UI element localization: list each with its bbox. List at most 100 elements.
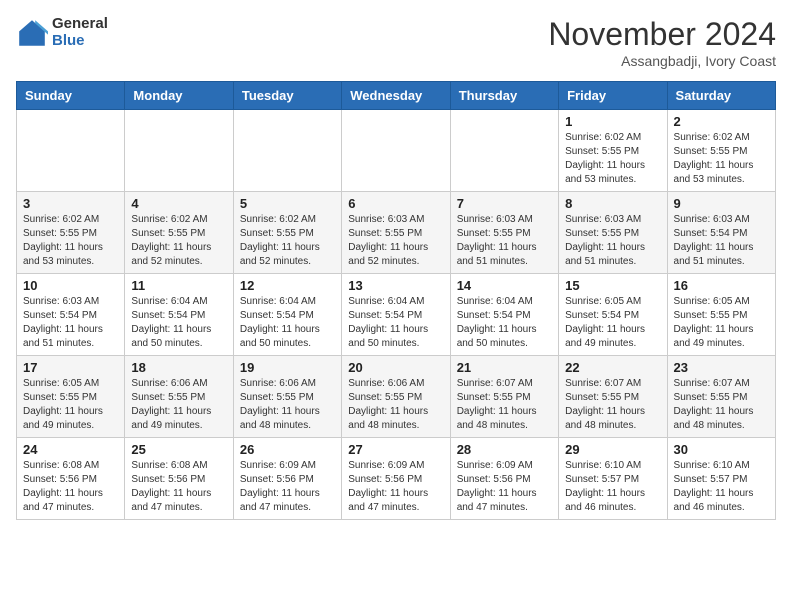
calendar-cell (342, 110, 450, 192)
day-number: 18 (131, 360, 226, 375)
day-info: Sunrise: 6:02 AM Sunset: 5:55 PM Dayligh… (674, 131, 769, 187)
day-number: 8 (565, 196, 660, 211)
calendar-cell: 4 Sunrise: 6:02 AM Sunset: 5:55 PM Daylig… (125, 192, 233, 274)
weekday-header-tuesday: Tuesday (233, 82, 341, 110)
day-info: Sunrise: 6:04 AM Sunset: 5:54 PM Dayligh… (240, 295, 335, 351)
day-info: Sunrise: 6:03 AM Sunset: 5:54 PM Dayligh… (674, 213, 769, 269)
logo: General Blue (16, 16, 108, 49)
weekday-header-thursday: Thursday (450, 82, 558, 110)
day-number: 4 (131, 196, 226, 211)
weekday-header-wednesday: Wednesday (342, 82, 450, 110)
day-number: 5 (240, 196, 335, 211)
calendar-cell: 26 Sunrise: 6:09 AM Sunset: 5:56 PM Dayli… (233, 438, 341, 520)
day-info: Sunrise: 6:03 AM Sunset: 5:55 PM Dayligh… (565, 213, 660, 269)
calendar-cell: 11 Sunrise: 6:04 AM Sunset: 5:54 PM Dayli… (125, 274, 233, 356)
logo-text: General Blue (52, 16, 108, 49)
calendar-cell: 5 Sunrise: 6:02 AM Sunset: 5:55 PM Daylig… (233, 192, 341, 274)
weekday-header-friday: Friday (559, 82, 667, 110)
day-number: 12 (240, 278, 335, 293)
calendar-week-1: 1Sunrise: 6:02 AM Sunset: 5:55 PM Daylig… (17, 110, 776, 192)
calendar-cell (450, 110, 558, 192)
calendar-cell: 30 Sunrise: 6:10 AM Sunset: 5:57 PM Dayli… (667, 438, 775, 520)
day-info: Sunrise: 6:07 AM Sunset: 5:55 PM Dayligh… (565, 377, 660, 433)
day-info: Sunrise: 6:09 AM Sunset: 5:56 PM Dayligh… (457, 459, 552, 515)
day-number: 2 (674, 114, 769, 129)
calendar-cell: 19Sunrise: 6:06 AM Sunset: 5:55 PM Dayli… (233, 356, 341, 438)
calendar-cell (233, 110, 341, 192)
calendar-cell: 14 Sunrise: 6:04 AM Sunset: 5:54 PM Dayli… (450, 274, 558, 356)
day-number: 22 (565, 360, 660, 375)
day-number: 14 (457, 278, 552, 293)
day-number: 30 (674, 442, 769, 457)
day-info: Sunrise: 6:10 AM Sunset: 5:57 PM Dayligh… (565, 459, 660, 515)
day-info: Sunrise: 6:06 AM Sunset: 5:55 PM Dayligh… (348, 377, 443, 433)
calendar-week-3: 10 Sunrise: 6:03 AM Sunset: 5:54 PM Dayli… (17, 274, 776, 356)
day-info: Sunrise: 6:02 AM Sunset: 5:55 PM Dayligh… (23, 213, 118, 269)
calendar-cell: 23Sunrise: 6:07 AM Sunset: 5:55 PM Dayli… (667, 356, 775, 438)
day-info: Sunrise: 6:03 AM Sunset: 5:55 PM Dayligh… (348, 213, 443, 269)
day-number: 13 (348, 278, 443, 293)
day-number: 20 (348, 360, 443, 375)
day-number: 6 (348, 196, 443, 211)
day-number: 24 (23, 442, 118, 457)
day-info: Sunrise: 6:02 AM Sunset: 5:55 PM Dayligh… (131, 213, 226, 269)
calendar-week-5: 24 Sunrise: 6:08 AM Sunset: 5:56 PM Dayli… (17, 438, 776, 520)
day-number: 10 (23, 278, 118, 293)
day-info: Sunrise: 6:04 AM Sunset: 5:54 PM Dayligh… (457, 295, 552, 351)
day-info: Sunrise: 6:10 AM Sunset: 5:57 PM Dayligh… (674, 459, 769, 515)
calendar-cell: 28Sunrise: 6:09 AM Sunset: 5:56 PM Dayli… (450, 438, 558, 520)
calendar-cell: 7 Sunrise: 6:03 AM Sunset: 5:55 PM Daylig… (450, 192, 558, 274)
month-title: November 2024 (548, 16, 776, 53)
day-info: Sunrise: 6:04 AM Sunset: 5:54 PM Dayligh… (348, 295, 443, 351)
day-info: Sunrise: 6:05 AM Sunset: 5:55 PM Dayligh… (23, 377, 118, 433)
calendar-cell (17, 110, 125, 192)
weekday-header-monday: Monday (125, 82, 233, 110)
logo-general-text: General (52, 16, 108, 33)
calendar-cell: 24 Sunrise: 6:08 AM Sunset: 5:56 PM Dayli… (17, 438, 125, 520)
location-text: Assangbadji, Ivory Coast (548, 53, 776, 69)
calendar-cell: 1Sunrise: 6:02 AM Sunset: 5:55 PM Daylig… (559, 110, 667, 192)
calendar-week-4: 17Sunrise: 6:05 AM Sunset: 5:55 PM Dayli… (17, 356, 776, 438)
page-header: General Blue November 2024 Assangbadji, … (16, 16, 776, 69)
calendar-cell: 10 Sunrise: 6:03 AM Sunset: 5:54 PM Dayli… (17, 274, 125, 356)
day-number: 27 (348, 442, 443, 457)
calendar-table: SundayMondayTuesdayWednesdayThursdayFrid… (16, 81, 776, 520)
calendar-cell: 3Sunrise: 6:02 AM Sunset: 5:55 PM Daylig… (17, 192, 125, 274)
day-info: Sunrise: 6:09 AM Sunset: 5:56 PM Dayligh… (240, 459, 335, 515)
calendar-cell: 12 Sunrise: 6:04 AM Sunset: 5:54 PM Dayli… (233, 274, 341, 356)
day-info: Sunrise: 6:07 AM Sunset: 5:55 PM Dayligh… (457, 377, 552, 433)
day-info: Sunrise: 6:05 AM Sunset: 5:55 PM Dayligh… (674, 295, 769, 351)
calendar-cell: 17Sunrise: 6:05 AM Sunset: 5:55 PM Dayli… (17, 356, 125, 438)
calendar-week-2: 3Sunrise: 6:02 AM Sunset: 5:55 PM Daylig… (17, 192, 776, 274)
calendar-cell: 9 Sunrise: 6:03 AM Sunset: 5:54 PM Daylig… (667, 192, 775, 274)
calendar-cell: 20 Sunrise: 6:06 AM Sunset: 5:55 PM Dayli… (342, 356, 450, 438)
day-info: Sunrise: 6:05 AM Sunset: 5:54 PM Dayligh… (565, 295, 660, 351)
day-number: 11 (131, 278, 226, 293)
weekday-header-sunday: Sunday (17, 82, 125, 110)
calendar-cell: 8 Sunrise: 6:03 AM Sunset: 5:55 PM Daylig… (559, 192, 667, 274)
day-info: Sunrise: 6:03 AM Sunset: 5:54 PM Dayligh… (23, 295, 118, 351)
day-info: Sunrise: 6:09 AM Sunset: 5:56 PM Dayligh… (348, 459, 443, 515)
day-info: Sunrise: 6:04 AM Sunset: 5:54 PM Dayligh… (131, 295, 226, 351)
day-number: 29 (565, 442, 660, 457)
calendar-cell: 16Sunrise: 6:05 AM Sunset: 5:55 PM Dayli… (667, 274, 775, 356)
day-number: 23 (674, 360, 769, 375)
day-number: 26 (240, 442, 335, 457)
day-info: Sunrise: 6:06 AM Sunset: 5:55 PM Dayligh… (131, 377, 226, 433)
calendar-cell: 22 Sunrise: 6:07 AM Sunset: 5:55 PM Dayli… (559, 356, 667, 438)
day-number: 7 (457, 196, 552, 211)
day-info: Sunrise: 6:03 AM Sunset: 5:55 PM Dayligh… (457, 213, 552, 269)
day-info: Sunrise: 6:02 AM Sunset: 5:55 PM Dayligh… (240, 213, 335, 269)
weekday-header-row: SundayMondayTuesdayWednesdayThursdayFrid… (17, 82, 776, 110)
calendar-cell (125, 110, 233, 192)
day-number: 21 (457, 360, 552, 375)
calendar-cell: 18 Sunrise: 6:06 AM Sunset: 5:55 PM Dayli… (125, 356, 233, 438)
calendar-cell: 27 Sunrise: 6:09 AM Sunset: 5:56 PM Dayli… (342, 438, 450, 520)
calendar-cell: 29 Sunrise: 6:10 AM Sunset: 5:57 PM Dayli… (559, 438, 667, 520)
day-info: Sunrise: 6:08 AM Sunset: 5:56 PM Dayligh… (23, 459, 118, 515)
day-info: Sunrise: 6:02 AM Sunset: 5:55 PM Dayligh… (565, 131, 660, 187)
calendar-cell: 25Sunrise: 6:08 AM Sunset: 5:56 PM Dayli… (125, 438, 233, 520)
logo-icon (16, 17, 48, 49)
day-number: 9 (674, 196, 769, 211)
calendar-cell: 13 Sunrise: 6:04 AM Sunset: 5:54 PM Dayli… (342, 274, 450, 356)
